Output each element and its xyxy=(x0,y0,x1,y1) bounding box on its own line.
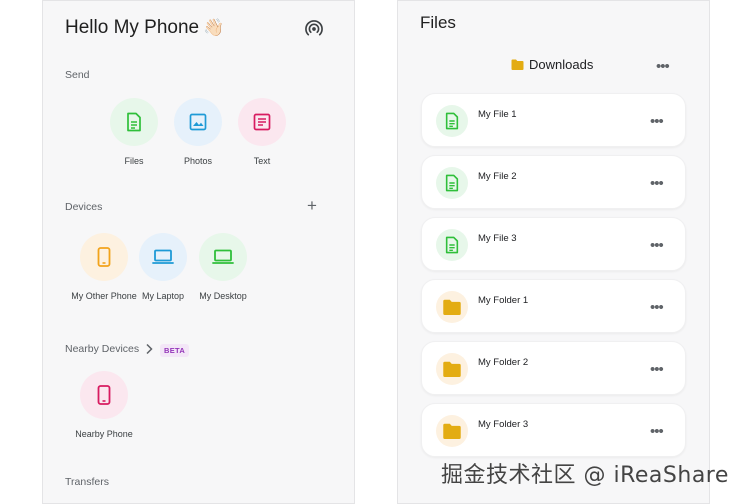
send-photos-label: Photos xyxy=(183,156,213,166)
send-text-button[interactable]: Text xyxy=(227,98,297,168)
current-folder-name: Downloads xyxy=(529,57,594,72)
file-row[interactable]: My File 2 ••• xyxy=(421,155,686,209)
broadcast-icon[interactable] xyxy=(303,18,325,40)
folder-icon xyxy=(436,291,468,323)
file-icon xyxy=(436,229,468,261)
devices-section-label: Devices xyxy=(65,201,103,213)
folder-name: My Folder 2 xyxy=(478,357,529,368)
more-options-icon[interactable]: ••• xyxy=(650,176,664,191)
send-photos-button[interactable]: Photos xyxy=(163,98,233,168)
more-options-icon[interactable]: ••• xyxy=(650,114,664,129)
more-options-icon[interactable]: ••• xyxy=(650,424,664,439)
folder-name: My Folder 1 xyxy=(478,295,529,306)
sender-screen: Hello My Phone 👋🏻 Send Files Photos Text … xyxy=(42,0,355,504)
send-text-label: Text xyxy=(253,156,271,166)
image-icon xyxy=(174,98,222,146)
laptop-icon xyxy=(199,233,247,281)
folder-icon xyxy=(436,353,468,385)
file-icon xyxy=(436,167,468,199)
watermark: 掘金技术社区 @ iReaShare xyxy=(441,463,729,488)
folder-row[interactable]: My Folder 1 ••• xyxy=(421,279,686,333)
phone-icon xyxy=(80,233,128,281)
chevron-right-icon[interactable] xyxy=(144,343,154,355)
device-label: Nearby Phone xyxy=(75,429,133,439)
folder-name: My Folder 3 xyxy=(478,419,529,430)
file-name: My File 3 xyxy=(478,233,517,244)
nearby-devices-label[interactable]: Nearby Devices xyxy=(65,343,139,355)
laptop-icon xyxy=(139,233,187,281)
files-title: Files xyxy=(420,13,456,32)
greeting-text: Hello My Phone xyxy=(65,17,200,38)
more-options-icon[interactable]: ••• xyxy=(650,362,664,377)
device-label: My Desktop xyxy=(199,291,247,301)
text-icon xyxy=(238,98,286,146)
current-folder[interactable]: Downloads xyxy=(511,57,593,72)
folder-row[interactable]: My Folder 3 ••• xyxy=(421,403,686,457)
file-row[interactable]: My File 3 ••• xyxy=(421,217,686,271)
folder-row[interactable]: My Folder 2 ••• xyxy=(421,341,686,395)
device-nearby-phone[interactable]: Nearby Phone xyxy=(69,371,139,441)
send-files-button[interactable]: Files xyxy=(99,98,169,168)
beta-badge: BETA xyxy=(160,344,190,357)
device-my-desktop[interactable]: My Desktop xyxy=(188,233,258,303)
file-name: My File 2 xyxy=(478,171,517,182)
more-options-icon[interactable]: ••• xyxy=(650,300,664,315)
phone-icon xyxy=(80,371,128,419)
send-files-label: Files xyxy=(124,156,144,166)
folder-icon xyxy=(436,415,468,447)
folder-icon xyxy=(511,59,524,70)
greeting-title: Hello My Phone 👋🏻 xyxy=(65,17,224,39)
waving-hand-emoji: 👋🏻 xyxy=(203,18,225,37)
file-icon xyxy=(110,98,158,146)
transfers-section-label: Transfers xyxy=(65,476,109,488)
file-icon xyxy=(436,105,468,137)
file-row[interactable]: My File 1 ••• xyxy=(421,93,686,147)
more-options-icon[interactable]: ••• xyxy=(650,238,664,253)
add-device-button[interactable]: + xyxy=(307,197,317,214)
folder-more-options-icon[interactable]: ••• xyxy=(656,59,670,74)
send-section-label: Send xyxy=(65,69,90,81)
files-screen: Files Downloads ••• My File 1 ••• My Fil… xyxy=(397,0,710,504)
file-name: My File 1 xyxy=(478,109,517,120)
